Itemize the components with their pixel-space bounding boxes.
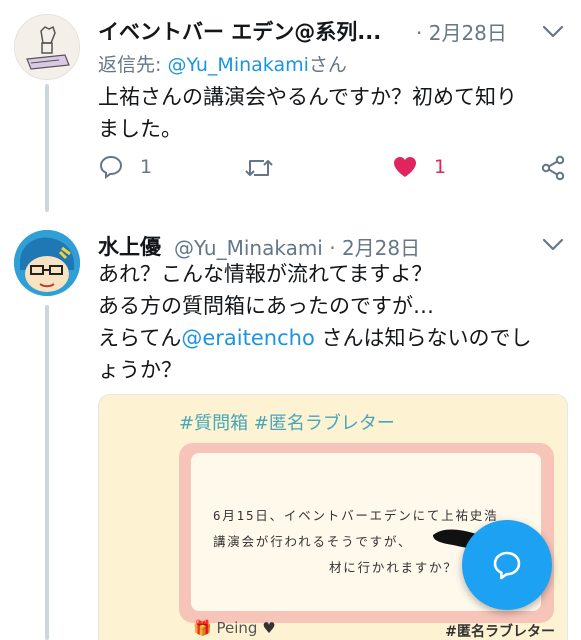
heart-icon [394, 157, 416, 177]
mention-link-eraitencho[interactable]: @eraitencho [181, 326, 314, 350]
tweet2-text-line3: えらてん@eraitencho さんは知らないのでし [98, 322, 568, 354]
card-top-tags: #質問箱 #匿名ラブレター [179, 413, 395, 434]
reply-button[interactable]: 1 [98, 154, 152, 180]
compose-reply-icon [493, 551, 521, 580]
tweet2-text-line3-pre: えらてん [98, 326, 182, 350]
share-icon [541, 155, 565, 181]
card-question-line3: 材に行かれますか？ [329, 560, 458, 575]
chevron-down-icon[interactable] [542, 238, 564, 252]
card-question-line2: 講演会が行われるそうですが、 [213, 534, 413, 549]
retweet-icon [245, 160, 273, 176]
like-button[interactable]: 1 [392, 155, 446, 179]
card-footer-tag: #匿名ラブレター [445, 624, 555, 640]
share-button[interactable] [540, 155, 566, 181]
tweet1-text-line1: 上祐さんの講演会やるんですか？初めて知り [98, 85, 517, 109]
gift-icon: 🎁 [193, 619, 212, 637]
tweet2-text-line1: あれ？こんな情報が流れてますよ？ [98, 262, 433, 286]
card-question-line1: 6月15日、イベントバーエデンにて上祐史浩 [213, 508, 499, 523]
reply-suffix: さん [308, 54, 347, 76]
reply-handle-link[interactable]: @Yu_Minakami [167, 54, 308, 76]
avatar-yu-minakami[interactable] [14, 230, 80, 296]
tweet2-text-line4: ょうか？ [98, 358, 182, 382]
avatar-eden[interactable] [14, 14, 80, 80]
chevron-down-icon[interactable] [542, 25, 564, 39]
reply-icon [99, 155, 123, 179]
peing-logo-text: Peing [216, 619, 258, 637]
tweet2-text-line2: ある方の質問箱にあったのですが… [98, 294, 434, 318]
reply-label: 返信先: [98, 54, 168, 76]
like-count: 1 [434, 156, 447, 178]
tweet1-author-name[interactable]: イベントバー エデン@系列... [98, 16, 381, 46]
tweet2-text-line3-post: さんは知らないのでし [314, 326, 532, 350]
tweet1-date[interactable]: · 2月28日 [416, 17, 507, 46]
tweet2-author-name[interactable]: 水上優 [98, 231, 161, 261]
tweet2-text: あれ？こんな情報が流れてますよ？ ある方の質問箱にあったのですが… えらてん@e… [98, 258, 568, 386]
tweet1-text: 上祐さんの講演会やるんですか？初めて知り ました。 [98, 81, 568, 145]
heart-small-icon: ♥ [262, 619, 276, 637]
avatar-yu-minakami-image [14, 230, 80, 296]
tweet1-text-line2: ました。 [98, 117, 182, 141]
thread-line-top [45, 84, 49, 212]
peing-logo: 🎁 Peing ♥ [193, 619, 276, 637]
tweet1-reply-context: 返信先: @Yu_Minakamiさん [98, 50, 347, 77]
compose-reply-button[interactable] [462, 520, 552, 610]
avatar-eden-image [15, 15, 79, 79]
reply-count: 1 [140, 156, 153, 178]
thread-line-bottom [45, 305, 49, 640]
retweet-button[interactable] [244, 155, 274, 181]
tweet2-handle-date[interactable]: @Yu_Minakami · 2月28日 [174, 232, 420, 261]
